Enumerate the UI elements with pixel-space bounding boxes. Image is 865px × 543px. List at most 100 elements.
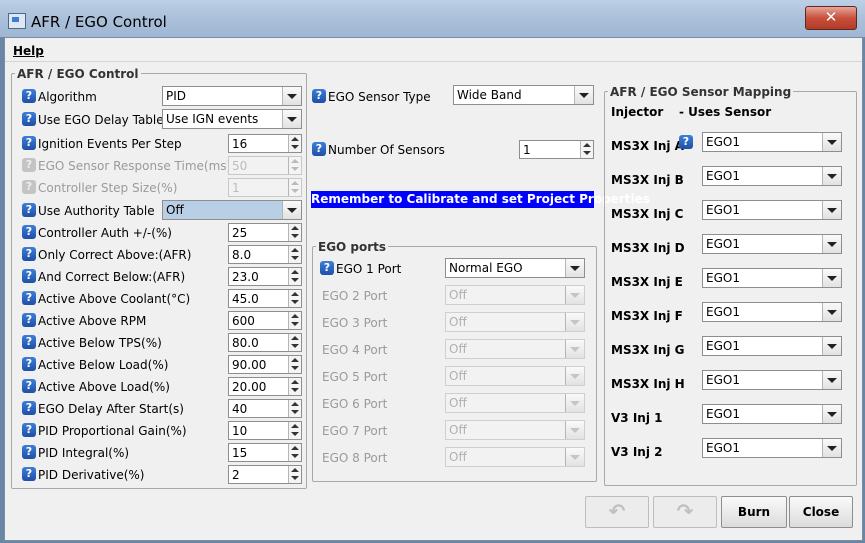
- undo-icon: ↶: [608, 499, 626, 523]
- ego-delay-table-select[interactable]: Use IGN events: [162, 109, 302, 129]
- help-icon[interactable]: ?: [22, 203, 36, 217]
- injector-label: MS3X Inj E: [611, 275, 683, 289]
- ignition-events-label: Ignition Events Per Step: [38, 137, 182, 151]
- correct-above-afr-input[interactable]: 8.0: [228, 245, 302, 264]
- chevron-down-icon: [822, 405, 841, 423]
- ego-1-port-select[interactable]: Normal EGO: [445, 258, 585, 278]
- title-bar: AFR / EGO Control ✕: [0, 0, 865, 37]
- injector-sensor-select[interactable]: EGO1: [702, 370, 842, 390]
- chevron-down-icon: [565, 367, 584, 385]
- chevron-down-icon: [822, 235, 841, 253]
- spinner-arrows-icon: [288, 157, 301, 174]
- injector-sensor-select[interactable]: EGO1: [702, 234, 842, 254]
- active-above-rpm-input[interactable]: 600: [228, 311, 302, 330]
- help-icon: ?: [22, 180, 36, 194]
- help-icon[interactable]: ?: [22, 112, 36, 126]
- help-icon[interactable]: ?: [312, 142, 326, 156]
- injector-sensor-select[interactable]: EGO1: [702, 404, 842, 424]
- ego-4-port-select: Off: [445, 339, 585, 359]
- chevron-down-icon: [822, 133, 841, 151]
- help-icon[interactable]: ?: [22, 379, 36, 393]
- algorithm-label: Algorithm: [38, 90, 97, 104]
- help-icon[interactable]: ?: [22, 136, 36, 150]
- active-below-load-label: Active Below Load(%): [38, 358, 169, 372]
- ego-6-port-label: EGO 6 Port: [322, 397, 388, 411]
- algorithm-select[interactable]: PID: [162, 86, 302, 106]
- chevron-down-icon: [822, 303, 841, 321]
- active-above-coolant-label: Active Above Coolant(°C): [38, 292, 191, 306]
- help-icon[interactable]: ?: [22, 291, 36, 305]
- chevron-down-icon: [822, 337, 841, 355]
- sensor-mapping-title: AFR / EGO Sensor Mapping: [608, 85, 794, 99]
- controller-auth-input[interactable]: 25: [228, 223, 302, 242]
- injector-label: MS3X Inj A: [611, 139, 684, 153]
- injector-sensor-select[interactable]: EGO1: [702, 336, 842, 356]
- number-of-sensors-label: Number Of Sensors: [328, 143, 445, 157]
- help-icon[interactable]: ?: [22, 357, 36, 371]
- number-of-sensors-input[interactable]: 1: [519, 140, 594, 159]
- ego-response-time-label: EGO Sensor Response Time(ms): [38, 159, 232, 173]
- injector-sensor-select[interactable]: EGO1: [702, 268, 842, 288]
- close-button[interactable]: Close: [789, 496, 853, 528]
- injector-label: MS3X Inj C: [611, 207, 684, 221]
- help-icon[interactable]: ?: [22, 225, 36, 239]
- pid-derivative-label: PID Derivative(%): [38, 468, 145, 482]
- chevron-down-icon: [565, 340, 584, 358]
- spinner-arrows-icon: [288, 224, 301, 241]
- injector-label: MS3X Inj B: [611, 173, 684, 187]
- injector-sensor-select[interactable]: EGO1: [702, 302, 842, 322]
- injector-label: MS3X Inj F: [611, 309, 683, 323]
- ego-2-port-label: EGO 2 Port: [322, 289, 388, 303]
- help-icon[interactable]: ?: [22, 423, 36, 437]
- ego-ports-title: EGO ports: [316, 240, 389, 254]
- help-icon[interactable]: ?: [22, 247, 36, 261]
- help-icon[interactable]: ?: [22, 269, 36, 283]
- help-icon[interactable]: ?: [312, 89, 326, 103]
- pid-proportional-gain-input[interactable]: 10: [228, 421, 302, 440]
- chevron-down-icon: [822, 167, 841, 185]
- spinner-arrows-icon: [288, 268, 301, 285]
- chevron-down-icon: [565, 259, 584, 277]
- help-icon[interactable]: ?: [320, 261, 334, 275]
- help-icon[interactable]: ?: [22, 445, 36, 459]
- correct-below-afr-input[interactable]: 23.0: [228, 267, 302, 286]
- injector-sensor-select[interactable]: EGO1: [702, 200, 842, 220]
- ego-7-port-select: Off: [445, 420, 585, 440]
- chevron-down-icon: [565, 286, 584, 304]
- burn-button[interactable]: Burn: [721, 496, 787, 528]
- ego-6-port-select: Off: [445, 393, 585, 413]
- help-icon[interactable]: ?: [679, 135, 693, 149]
- help-icon[interactable]: ?: [22, 313, 36, 327]
- help-icon[interactable]: ?: [22, 467, 36, 481]
- active-below-tps-input[interactable]: 80.0: [228, 333, 302, 352]
- injector-sensor-select[interactable]: EGO1: [702, 132, 842, 152]
- help-icon[interactable]: ?: [22, 401, 36, 415]
- sensor-column-header: - Uses Sensor: [679, 105, 772, 119]
- authority-table-select[interactable]: Off: [162, 200, 302, 220]
- ignition-events-input[interactable]: 16: [228, 134, 302, 153]
- active-above-load-input[interactable]: 20.00: [228, 377, 302, 396]
- pid-integral-input[interactable]: 15: [228, 443, 302, 462]
- pid-derivative-input[interactable]: 2: [228, 465, 302, 484]
- help-icon[interactable]: ?: [22, 89, 36, 103]
- window-close-button[interactable]: ✕: [805, 6, 857, 30]
- controller-step-size-input: 1: [228, 178, 302, 197]
- injector-label: MS3X Inj G: [611, 343, 685, 357]
- help-icon[interactable]: ?: [22, 335, 36, 349]
- injector-sensor-select[interactable]: EGO1: [702, 438, 842, 458]
- injector-label: MS3X Inj D: [611, 241, 685, 255]
- active-above-coolant-input[interactable]: 45.0: [228, 289, 302, 308]
- injector-label: V3 Inj 1: [611, 411, 663, 425]
- menu-help[interactable]: Help: [13, 44, 44, 58]
- active-below-load-input[interactable]: 90.00: [228, 355, 302, 374]
- spinner-arrows-icon: [288, 246, 301, 263]
- ego-sensor-type-select[interactable]: Wide Band: [453, 85, 594, 105]
- ego-8-port-select: Off: [445, 447, 585, 467]
- injector-sensor-select[interactable]: EGO1: [702, 166, 842, 186]
- ego-response-time-input: 50: [228, 156, 302, 175]
- ego-delay-after-start-input[interactable]: 40: [228, 399, 302, 418]
- spinner-arrows-icon: [288, 466, 301, 483]
- app-icon: [8, 13, 26, 29]
- injector-column-header: Injector: [611, 105, 664, 119]
- pid-integral-label: PID Integral(%): [38, 446, 130, 460]
